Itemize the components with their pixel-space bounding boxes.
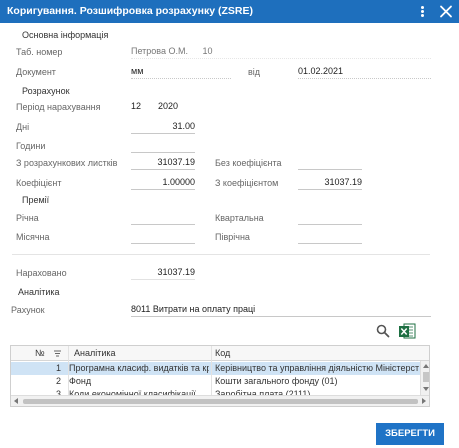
excel-export-icon[interactable] <box>398 322 416 340</box>
search-icon[interactable] <box>376 324 390 338</box>
more-menu-icon[interactable] <box>417 3 427 20</box>
close-icon[interactable] <box>437 2 455 21</box>
annual-bonus-field[interactable] <box>131 212 195 225</box>
sort-icon[interactable] <box>53 349 62 358</box>
accrued-field: 31037.19 <box>131 267 195 280</box>
employee-name: Петрова О.М. <box>131 46 188 56</box>
scroll-up-icon[interactable] <box>423 364 429 368</box>
tab-number-value: 10 <box>202 46 213 56</box>
days-label: Дні <box>16 122 30 132</box>
row-code: Керівництво та управління діяльністю Мін… <box>215 363 419 373</box>
quarterly-bonus-field[interactable] <box>298 212 362 225</box>
divider <box>12 254 430 255</box>
period-year-field[interactable]: 2020 <box>158 101 194 114</box>
section-bonuses: Премії <box>22 195 50 205</box>
document-date-field[interactable]: 01.02.2021 <box>298 66 431 79</box>
column-header-analytics[interactable]: Аналітика <box>74 347 204 360</box>
table-row[interactable]: 2 Фонд Кошти загального фонду (01) <box>11 375 420 388</box>
with-coef-label: З коефіцієнтом <box>215 178 279 188</box>
row-analytics: Фонд <box>69 376 92 386</box>
save-button[interactable]: ЗБЕРЕГТИ <box>376 423 444 445</box>
section-basic-info: Основна інформація <box>22 30 109 40</box>
no-coef-label: Без коефіцієнта <box>215 158 282 168</box>
title-bar: Коригування. Розшифровка розрахунку (ZSR… <box>0 0 459 23</box>
sheets-label: З розрахункових листків <box>16 158 118 168</box>
scroll-left-icon[interactable] <box>14 398 18 404</box>
accrued-label: Нараховано <box>16 268 67 278</box>
row-code: Кошти загального фонду (01) <box>215 376 338 386</box>
date-from-label: від <box>248 67 261 77</box>
half-year-bonus-label: Піврічна <box>215 232 250 242</box>
half-year-bonus-field[interactable] <box>298 231 362 244</box>
period-month-field[interactable]: 12 <box>131 101 154 114</box>
hours-field[interactable] <box>131 140 195 153</box>
section-analytics: Аналітика <box>18 287 60 297</box>
vertical-scrollbar[interactable] <box>420 361 429 395</box>
sheets-field[interactable]: 31037.19 <box>131 157 195 170</box>
column-header-code[interactable]: Код <box>215 347 345 360</box>
document-field[interactable]: мм <box>131 66 231 79</box>
section-calculation: Розрахунок <box>22 86 70 96</box>
horizontal-scroll-thumb[interactable] <box>23 399 418 404</box>
account-label: Рахунок <box>11 305 45 315</box>
employee-field[interactable]: Петрова О.М. 10 <box>131 46 431 59</box>
period-label: Період нарахування <box>16 102 101 112</box>
no-coef-field[interactable] <box>298 157 362 170</box>
vertical-scroll-thumb[interactable] <box>423 372 429 382</box>
with-coef-field[interactable]: 31037.19 <box>298 177 362 190</box>
coef-field[interactable]: 1.00000 <box>131 177 195 190</box>
row-num: 2 <box>55 376 61 386</box>
account-field[interactable]: 8011 Витрати на оплату праці <box>131 304 431 317</box>
window-title: Коригування. Розшифровка розрахунку (ZSR… <box>7 5 253 17</box>
days-field[interactable]: 31.00 <box>131 121 195 134</box>
scroll-down-icon[interactable] <box>423 387 429 391</box>
row-num: 1 <box>55 363 61 373</box>
monthly-bonus-field[interactable] <box>131 231 195 244</box>
row-analytics: Програмна класиф. видатків та кредитуван… <box>69 363 209 373</box>
column-header-num[interactable]: № <box>35 347 47 360</box>
annual-bonus-label: Річна <box>16 213 39 223</box>
analytics-table: № Аналітика Код 1 Програмна класиф. вида… <box>10 345 430 407</box>
document-label: Документ <box>16 67 56 77</box>
hours-label: Години <box>16 141 46 151</box>
horizontal-scrollbar[interactable] <box>11 395 429 406</box>
monthly-bonus-label: Місячна <box>16 232 50 242</box>
table-row[interactable]: 1 Програмна класиф. видатків та кредитув… <box>11 362 420 375</box>
coef-label: Коефіцієнт <box>16 178 62 188</box>
scroll-right-icon[interactable] <box>422 398 426 404</box>
tab-number-label: Таб. номер <box>16 47 63 57</box>
quarterly-bonus-label: Квартальна <box>215 213 264 223</box>
table-header: № Аналітика Код <box>11 346 429 361</box>
